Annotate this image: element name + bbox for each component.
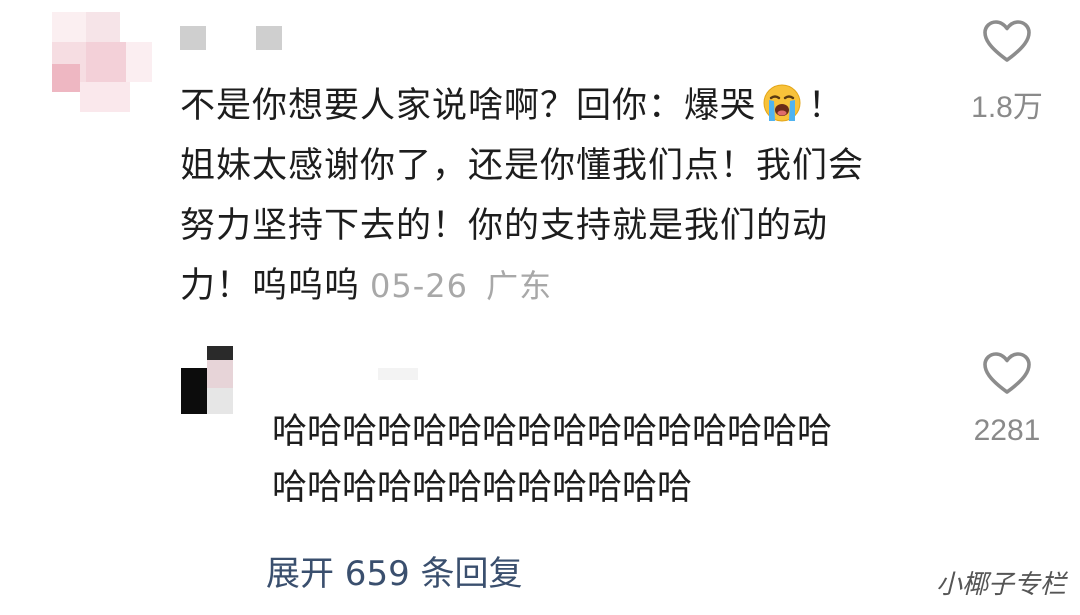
like-count: 1.8万 (971, 91, 1043, 124)
reply-line: 哈哈哈哈哈哈哈哈哈哈哈哈 (272, 468, 693, 508)
reply-like-button[interactable]: 2281 (952, 352, 1062, 448)
heart-outline-icon (983, 352, 1031, 394)
reply-line: 哈哈哈哈哈哈哈哈哈哈哈哈哈哈哈哈 (272, 412, 833, 452)
comment-like-button[interactable]: 1.8万 (952, 20, 1062, 126)
loudly-crying-face-icon (762, 82, 802, 122)
heart-outline-icon (983, 20, 1031, 62)
reply-avatar[interactable] (181, 346, 233, 414)
comment-location: 广东 (486, 267, 553, 305)
comment-line: 努力坚持下去的！你的支持就是我们的动 (180, 206, 829, 246)
comment-line: 不是你想要人家说啥啊？回你：爆哭 ！ (180, 76, 940, 136)
watermark: 小椰子专栏 (935, 570, 1066, 600)
expand-replies-link[interactable]: 展开 659 条回复 (266, 546, 523, 595)
comment-text: 不是你想要人家说啥啊？回你：爆哭 ！ 姐妹太感谢你了，还是你懂我们点！我们会 努… (180, 76, 940, 316)
comment-date: 05-26 (370, 267, 468, 305)
reply-text: 哈哈哈哈哈哈哈哈哈哈哈哈哈哈哈哈 哈哈哈哈哈哈哈哈哈哈哈哈 (272, 404, 932, 516)
avatar[interactable] (52, 12, 152, 112)
comment-line: 姐妹太感谢你了，还是你懂我们点！我们会 (180, 146, 865, 186)
reply-username[interactable] (378, 368, 418, 380)
comment-line: 力！呜呜呜 05-26 广东 (180, 266, 553, 306)
like-count: 2281 (973, 414, 1041, 447)
username[interactable] (180, 24, 290, 52)
